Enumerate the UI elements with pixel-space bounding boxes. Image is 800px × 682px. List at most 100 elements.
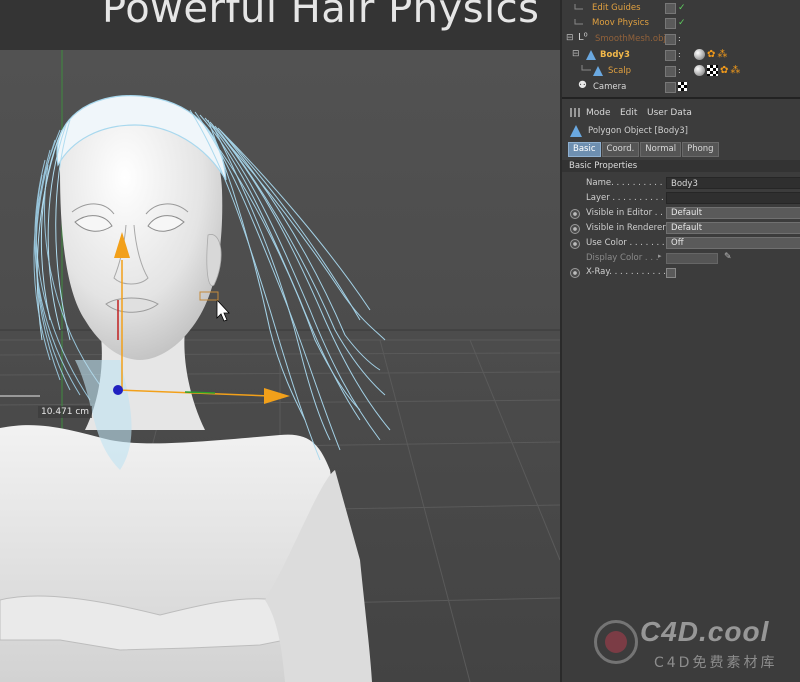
object-row-camera[interactable]: ⚉ Camera <box>562 80 800 95</box>
visibility-flag[interactable] <box>665 18 676 29</box>
animate-radio-icon[interactable] <box>570 224 580 234</box>
tab-basic[interactable]: Basic <box>568 142 601 157</box>
visibility-flag[interactable] <box>665 34 676 45</box>
tree-line-icon <box>581 65 591 71</box>
checker-tag-icon[interactable] <box>707 65 718 76</box>
object-flags[interactable]: : <box>665 34 691 45</box>
visible-editor-select[interactable]: Default <box>666 207 800 219</box>
tab-coord[interactable]: Coord. <box>601 142 640 157</box>
object-tags[interactable]: ✿ ⁂ <box>694 65 742 78</box>
menu-user-data[interactable]: User Data <box>647 108 692 118</box>
null-object-icon: L⁰ <box>578 32 588 43</box>
tab-phong[interactable]: Phong <box>682 142 719 157</box>
viewport-scene <box>0 0 560 682</box>
polygon-object-icon <box>570 125 582 137</box>
object-title: Polygon Object [Body3] <box>588 126 688 136</box>
gizmo-z-handle-icon[interactable] <box>113 385 123 395</box>
prop-visible-editor: Visible in Editor . . . Default <box>562 206 800 221</box>
layer-dots-icon: : <box>678 34 681 43</box>
object-row-moov-physics[interactable]: Moov Physics ✓ <box>562 16 800 31</box>
hair-tag-icon[interactable]: ✿ <box>707 49 715 60</box>
enabled-check-icon[interactable]: ✓ <box>678 3 686 13</box>
layer-dots-icon: : <box>678 66 681 75</box>
tab-normal[interactable]: Normal <box>640 142 682 157</box>
object-label: SmoothMesh.obj <box>595 34 666 44</box>
visibility-flag[interactable] <box>665 3 676 14</box>
animate-radio-icon[interactable] <box>570 268 580 278</box>
visibility-flag[interactable] <box>665 66 676 77</box>
layer-field[interactable] <box>666 192 800 204</box>
camera-tag-icon[interactable] <box>678 82 687 91</box>
prop-label: Layer . . . . . . . . . . . . <box>586 193 675 203</box>
layer-dots-icon: : <box>678 50 681 59</box>
animate-radio-icon[interactable] <box>570 209 580 219</box>
right-panel: Edit Guides ✓ Moov Physics ✓ ⊟ L⁰ Smooth… <box>560 0 800 682</box>
prop-layer: Layer . . . . . . . . . . . . <box>562 191 800 206</box>
grip-icon[interactable] <box>570 108 580 117</box>
attribute-menubar: Mode Edit User Data <box>562 104 800 120</box>
object-label: Body3 <box>600 50 630 60</box>
object-label: Edit Guides <box>592 3 641 13</box>
watermark: C4D.cool C4D免费素材库 <box>594 612 794 674</box>
object-flags[interactable]: : <box>665 66 691 77</box>
prop-label: X-Ray. . . . . . . . . . . . <box>586 267 672 277</box>
title-banner: Powerful Hair Physics <box>0 0 560 50</box>
visibility-flag[interactable] <box>665 82 676 93</box>
object-tags[interactable]: ✿ ⁂ <box>694 49 729 62</box>
color-picker-icon[interactable]: ✎ <box>724 252 732 262</box>
prop-name: Name. . . . . . . . . . . . . Body3 <box>562 176 800 191</box>
attribute-manager: Mode Edit User Data Polygon Object [Body… <box>562 100 800 682</box>
prop-xray: X-Ray. . . . . . . . . . . . <box>562 265 800 280</box>
object-row-body3[interactable]: ⊟ Body3 : ✿ ⁂ <box>562 48 800 63</box>
object-label: Scalp <box>608 66 632 76</box>
menu-mode[interactable]: Mode <box>586 108 611 118</box>
tree-line-icon <box>574 19 583 25</box>
polygon-object-icon <box>593 66 603 76</box>
object-label: Moov Physics <box>592 18 649 28</box>
object-row-smoothmesh[interactable]: ⊟ L⁰ SmoothMesh.obj : <box>562 32 800 47</box>
attribute-tabs: Basic Coord. Normal Phong <box>568 142 720 157</box>
dimension-label: 10.471 cm <box>38 406 93 418</box>
object-flags[interactable]: : <box>665 50 691 61</box>
object-row-edit-guides[interactable]: Edit Guides ✓ <box>562 1 800 16</box>
video-title: Powerful Hair Physics <box>102 0 540 32</box>
prop-label: Visible in Renderer <box>586 223 666 233</box>
object-label: Camera <box>593 82 627 92</box>
prop-label: Visible in Editor . . . <box>586 208 669 218</box>
prop-display-color: Display Color . . . ▸ ✎ <box>562 251 800 266</box>
prop-visible-renderer: Visible in Renderer Default <box>562 221 800 236</box>
object-flags[interactable]: ✓ <box>665 3 691 14</box>
hair-tag-icon[interactable]: ✿ <box>720 65 728 76</box>
dynamics-tag-icon[interactable]: ⁂ <box>717 49 727 60</box>
object-flags[interactable] <box>665 82 691 93</box>
prop-label: Use Color . . . . . . . . . <box>586 238 676 248</box>
name-field[interactable]: Body3 <box>666 177 800 189</box>
expand-arrow-icon[interactable]: ▸ <box>658 252 662 260</box>
enabled-check-icon[interactable]: ✓ <box>678 18 686 28</box>
c4d-window: Powerful Hair Physics 10.471 cm Edit Gui… <box>0 0 800 682</box>
collapse-icon[interactable]: ⊟ <box>566 33 574 43</box>
menu-edit[interactable]: Edit <box>620 108 637 118</box>
use-color-select[interactable]: Off <box>666 237 800 249</box>
tree-line-icon <box>574 4 583 10</box>
gizmo-green-axis <box>184 391 216 394</box>
section-header: Basic Properties <box>562 160 800 172</box>
3d-viewport[interactable]: Powerful Hair Physics 10.471 cm <box>0 0 560 682</box>
prop-label: Name. . . . . . . . . . . . . <box>586 178 679 188</box>
polygon-object-icon <box>586 50 596 60</box>
material-tag-icon[interactable] <box>694 49 705 60</box>
object-manager: Edit Guides ✓ Moov Physics ✓ ⊟ L⁰ Smooth… <box>562 0 800 99</box>
object-row-scalp[interactable]: Scalp : ✿ ⁂ <box>562 64 800 79</box>
visible-renderer-select[interactable]: Default <box>666 222 800 234</box>
prop-use-color: Use Color . . . . . . . . . Off <box>562 236 800 251</box>
display-color-swatch[interactable] <box>666 253 718 264</box>
dynamics-tag-icon[interactable]: ⁂ <box>730 65 740 76</box>
visibility-flag[interactable] <box>665 50 676 61</box>
panel-divider <box>562 97 800 99</box>
material-tag-icon[interactable] <box>694 65 705 76</box>
section-title: Basic Properties <box>569 161 638 171</box>
collapse-icon[interactable]: ⊟ <box>572 49 580 59</box>
xray-checkbox[interactable] <box>666 268 676 278</box>
object-flags[interactable]: ✓ <box>665 18 691 29</box>
animate-radio-icon[interactable] <box>570 239 580 249</box>
